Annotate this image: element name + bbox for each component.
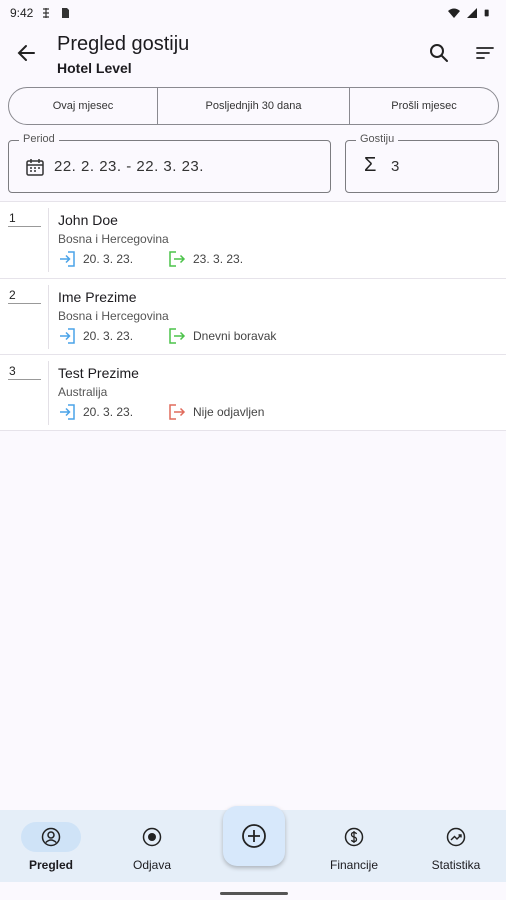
divider — [48, 361, 49, 425]
nav-item-statistika[interactable]: Statistika — [411, 810, 501, 882]
add-guest-button[interactable] — [223, 806, 285, 866]
nav-label: Odjava — [132, 858, 172, 872]
period-value: 22. 2. 23. - 22. 3. 23. — [54, 158, 204, 175]
sync-icon — [43, 8, 50, 18]
checkout-info: Nije odjavljen — [168, 403, 264, 421]
guests-count-field: Gostiju Σ 3 — [345, 133, 499, 193]
divider — [48, 208, 49, 272]
login-icon — [60, 404, 75, 420]
nav-indicator — [122, 822, 182, 852]
checkin-info: 20. 3. 23. — [58, 403, 133, 421]
list-item[interactable]: 2 Ime Prezime Bosna i Hercegovina 20. 3.… — [0, 277, 506, 354]
checkin-date: 20. 3. 23. — [83, 328, 134, 343]
app-bar: Pregled gostiju Hotel Level — [0, 26, 506, 82]
divider — [8, 302, 41, 304]
guest-country: Australija — [58, 385, 108, 399]
nav-label: Financije — [329, 858, 379, 872]
guest-country: Bosna i Hercegovina — [58, 308, 169, 323]
row-number: 3 — [9, 364, 16, 378]
list-item[interactable]: 3 Test Prezime Australija 20. 3. 23. Nij… — [0, 354, 506, 431]
filter-icon[interactable] — [474, 42, 496, 64]
trend-icon — [446, 827, 466, 847]
checkin-info: 20. 3. 23. — [58, 250, 133, 268]
sd-card-icon — [62, 8, 70, 18]
nav-label: Pregled — [28, 858, 73, 872]
divider — [48, 284, 49, 349]
calendar-icon — [26, 159, 44, 176]
guest-country: Bosna i Hercegovina — [58, 232, 169, 246]
signal-icon — [467, 8, 477, 18]
segment-this-month[interactable]: Ovaj mjesec — [9, 88, 158, 124]
person-icon — [41, 827, 61, 847]
sum-icon: Σ — [364, 154, 377, 176]
period-segmented-control: Ovaj mjesec Posljednjih 30 dana Prošli m… — [8, 87, 499, 125]
checkout-info: Dnevni boravak — [168, 327, 276, 345]
login-icon — [60, 327, 75, 344]
login-icon — [60, 251, 75, 267]
nav-item-pregled[interactable]: Pregled — [6, 810, 96, 882]
period-label: Period — [19, 133, 59, 145]
status-time: 9:42 — [10, 6, 34, 20]
guests-value: 3 — [391, 158, 400, 175]
checkout-info: 23. 3. 23. — [168, 250, 243, 268]
nav-label: Statistika — [431, 858, 481, 872]
guest-list: 1 John Doe Bosna i Hercegovina 20. 3. 23… — [0, 201, 506, 431]
logout-icon — [169, 404, 186, 420]
nav-indicator — [426, 822, 486, 852]
list-item[interactable]: 1 John Doe Bosna i Hercegovina 20. 3. 23… — [0, 201, 506, 278]
checkin-date: 20. 3. 23. — [83, 405, 134, 419]
nav-indicator — [324, 822, 384, 852]
checkout-status: Dnevni boravak — [193, 328, 277, 343]
nav-indicator — [21, 822, 81, 852]
search-icon[interactable] — [428, 42, 450, 64]
checkout-status: Nije odjavljen — [193, 405, 265, 419]
guest-name: Test Prezime — [58, 365, 139, 381]
wifi-icon — [448, 8, 460, 18]
divider — [8, 226, 41, 227]
segment-last-month[interactable]: Prošli mjesec — [350, 88, 498, 124]
checkout-date: 23. 3. 23. — [193, 252, 244, 266]
nav-item-financije[interactable]: Financije — [309, 810, 399, 882]
row-number: 1 — [9, 211, 16, 225]
period-field[interactable]: Period 22. 2. 23. - 22. 3. 23. — [8, 133, 331, 193]
add-circle-icon — [242, 824, 266, 848]
segment-last-30-days[interactable]: Posljednjih 30 dana — [158, 88, 350, 124]
home-indicator[interactable] — [220, 892, 288, 895]
page-title: Pregled gostiju — [57, 33, 190, 55]
row-number: 2 — [9, 287, 16, 302]
record-icon — [142, 827, 162, 847]
dollar-icon — [344, 827, 364, 847]
divider — [8, 379, 41, 380]
checkin-date: 20. 3. 23. — [83, 252, 134, 266]
status-bar: 9:42 — [0, 0, 506, 26]
page-subtitle: Hotel Level — [57, 60, 132, 76]
guest-name: John Doe — [58, 212, 118, 228]
checkin-info: 20. 3. 23. — [58, 327, 133, 345]
nav-item-odjava[interactable]: Odjava — [107, 810, 197, 882]
battery-icon — [484, 9, 489, 17]
logout-icon — [169, 327, 186, 344]
guests-label: Gostiju — [356, 133, 399, 145]
logout-icon — [169, 251, 186, 267]
guest-name: Ime Prezime — [58, 288, 137, 305]
back-arrow-icon[interactable] — [14, 40, 40, 66]
